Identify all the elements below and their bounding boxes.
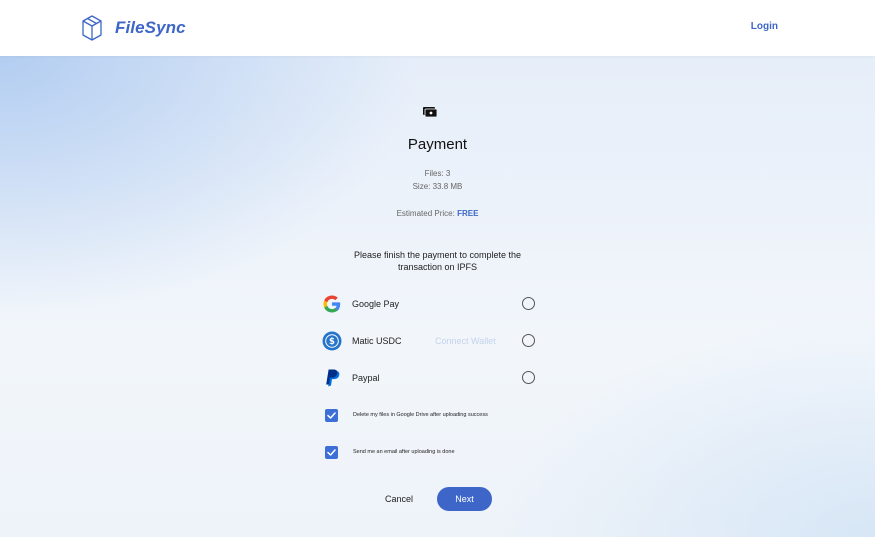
login-link[interactable]: Login [751, 21, 778, 32]
google-pay-radio[interactable] [522, 297, 535, 310]
estimated-price-label: Estimated Price: [396, 209, 458, 218]
instruction-line-1: Please finish the payment to complete th… [353, 250, 522, 260]
brand[interactable]: FileSync [81, 12, 186, 44]
delete-files-checkbox[interactable] [325, 409, 338, 422]
page-title: Payment [407, 136, 468, 153]
payment-card-icon [423, 107, 437, 117]
instruction-line-2: transaction on IPFS [397, 262, 478, 272]
files-size: Size: 33.8 MB [412, 182, 463, 191]
usdc-icon: $ [322, 331, 342, 351]
brand-name: FileSync [115, 18, 186, 37]
next-button[interactable]: Next [437, 487, 492, 511]
cube-logo-icon [82, 15, 102, 41]
svg-text:$: $ [329, 337, 335, 347]
estimated-price-value: FREE [457, 209, 479, 218]
checkmark-icon [327, 412, 336, 419]
option-label: Google Pay [352, 299, 400, 309]
email-notify-label: Send me an email after uploading is done [353, 449, 455, 455]
option-google-pay[interactable]: Google Pay [322, 294, 538, 314]
payment-instruction: Please finish the payment to complete th… [0, 249, 875, 273]
paypal-icon [326, 369, 340, 387]
estimated-price: Estimated Price: FREE [0, 209, 875, 218]
delete-files-label: Delete my files in Google Drive after up… [353, 412, 488, 418]
option-label: Matic USDC [352, 336, 402, 346]
connect-wallet-link[interactable]: Connect Wallet [435, 336, 496, 346]
option-matic-usdc[interactable]: $ Matic USDC Connect Wallet [322, 331, 538, 351]
cancel-button[interactable]: Cancel [385, 494, 413, 504]
matic-usdc-radio[interactable] [522, 334, 535, 347]
top-bar: FileSync Login [0, 0, 875, 56]
google-icon [323, 295, 341, 313]
email-notify-checkbox[interactable] [325, 446, 338, 459]
option-label: Paypal [352, 373, 380, 383]
files-count: Files: 3 [424, 169, 451, 178]
checkmark-icon [327, 449, 336, 456]
paypal-radio[interactable] [522, 371, 535, 384]
option-paypal[interactable]: Paypal [322, 368, 538, 388]
